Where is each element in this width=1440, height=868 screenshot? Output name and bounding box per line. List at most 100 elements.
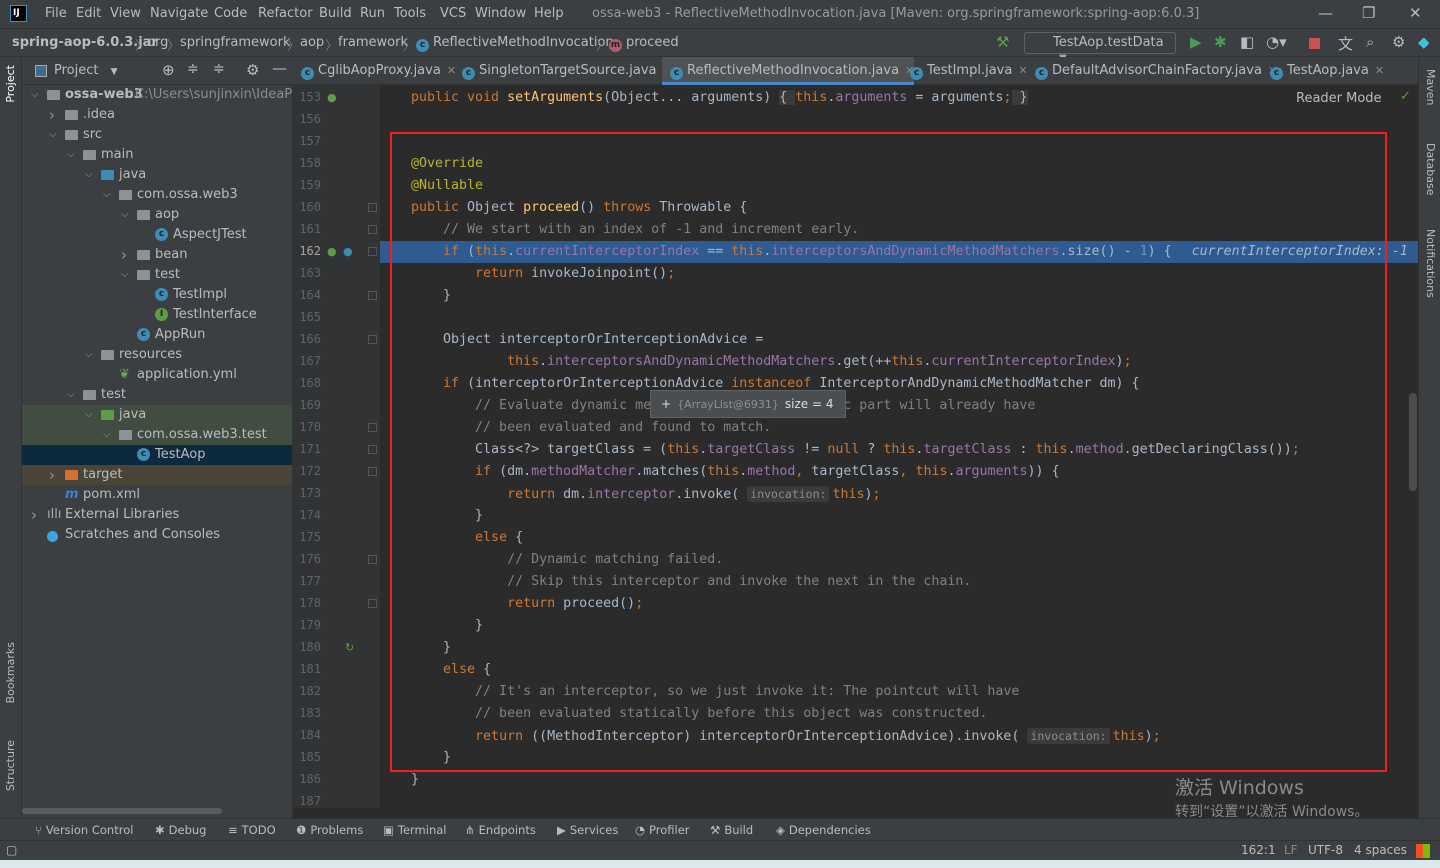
project-horizontal-scrollbar[interactable] — [22, 808, 222, 814]
search-icon[interactable]: ⌕ — [1366, 33, 1374, 51]
menu-vcs[interactable]: VCS — [440, 6, 466, 21]
chevron-down-icon[interactable]: ⌵ — [85, 405, 93, 425]
tree-item-src[interactable]: ⌵ src — [22, 125, 292, 145]
tree-item-application-yml[interactable]: ❦ application.yml — [22, 365, 292, 385]
tree-item-main[interactable]: ⌵ main — [22, 145, 292, 165]
settings-icon[interactable]: ⚙ — [1392, 33, 1405, 51]
tree-item-test[interactable]: ⌵ test — [22, 385, 292, 405]
fold-marker-icon[interactable] — [368, 291, 377, 300]
stop-icon[interactable] — [1309, 38, 1320, 49]
breadcrumb-springframework[interactable]: springframework — [180, 35, 290, 50]
editor-vertical-scrollbar[interactable] — [1409, 393, 1417, 491]
close-tab-icon[interactable]: ✕ — [1375, 64, 1384, 77]
tab-defaultadvisorchainfactory-java[interactable]: cDefaultAdvisorChainFactory.java✕ — [1027, 57, 1277, 85]
tree-item-java[interactable]: ⌵ java — [22, 405, 292, 425]
chevron-down-icon[interactable]: ⌵ — [121, 265, 129, 285]
breadcrumb-framework[interactable]: framework — [338, 35, 408, 50]
project-view-select[interactable]: Project ▼ — [54, 63, 118, 78]
hide-icon[interactable]: — — [272, 59, 287, 77]
tool-terminal[interactable]: ▣ Terminal — [383, 823, 446, 837]
reader-mode-button[interactable]: Reader Mode — [1296, 91, 1382, 106]
stripe-project[interactable]: Project — [4, 65, 17, 103]
chevron-right-icon[interactable]: › — [49, 465, 55, 485]
menu-build[interactable]: Build — [319, 6, 352, 21]
menu-navigate[interactable]: Navigate — [150, 6, 208, 21]
chevron-right-icon[interactable]: › — [49, 105, 55, 125]
tree-item-aop[interactable]: ⌵ aop — [22, 205, 292, 225]
tool-dependencies[interactable]: ◈ Dependencies — [776, 823, 871, 837]
collapse-all-icon[interactable]: ≑ — [213, 61, 225, 77]
fold-marker-icon[interactable] — [368, 203, 377, 212]
tree-item-java[interactable]: ⌵ java — [22, 165, 292, 185]
fold-marker-icon[interactable] — [368, 423, 377, 432]
recursive-call-icon[interactable]: ↻ — [345, 641, 354, 654]
tool-endpoints[interactable]: ⋔ Endpoints — [465, 823, 536, 837]
gear-icon[interactable]: ⚙ — [246, 61, 259, 79]
tree-item-com-ossa-web3-test[interactable]: ⌵ com.ossa.web3.test — [22, 425, 292, 445]
indent-setting[interactable]: 4 spaces — [1354, 843, 1407, 857]
stripe-database[interactable]: Database — [1424, 143, 1437, 196]
fold-marker-icon[interactable] — [368, 599, 377, 608]
implements-icon[interactable]: ● — [327, 245, 337, 258]
line-separator[interactable]: LF — [1284, 843, 1298, 857]
translate-icon[interactable]: 文 — [1338, 33, 1353, 54]
chevron-right-icon[interactable]: › — [31, 505, 37, 525]
breadcrumb-class[interactable]: c ReflectiveMethodInvocation — [416, 35, 614, 52]
stripe-maven[interactable]: Maven — [1424, 69, 1437, 105]
menu-run[interactable]: Run — [360, 6, 385, 21]
menu-code[interactable]: Code — [214, 6, 247, 21]
toolbox-icon[interactable]: ◆ — [1418, 33, 1430, 51]
chevron-down-icon[interactable]: ⌵ — [121, 205, 129, 225]
tab-cglibaopproxy-java[interactable]: c CglibAopProxy.java ✕ — [293, 57, 456, 85]
fold-marker-icon[interactable] — [368, 445, 377, 454]
chevron-down-icon[interactable]: ⌵ — [85, 165, 93, 185]
run-configuration-select[interactable]: TestAop.testData ▼ — [1024, 32, 1176, 64]
menu-refactor[interactable]: Refactor — [258, 6, 313, 21]
debug-icon[interactable]: ✱ — [1214, 33, 1227, 51]
fold-marker-icon[interactable] — [368, 225, 377, 234]
profile-icon[interactable]: ◔▾ — [1266, 33, 1287, 51]
minimize-button[interactable]: — — [1318, 4, 1333, 22]
locate-icon[interactable]: ⊕ — [162, 61, 175, 79]
tree-item-ossa-web3[interactable]: ⌵ ossa-web3 C:\Users\sunjinxin\IdeaProj — [22, 85, 292, 105]
fold-marker-icon[interactable] — [368, 247, 377, 256]
tree-item-com-ossa-web3[interactable]: ⌵ com.ossa.web3 — [22, 185, 292, 205]
tree-item-external-libraries[interactable]: › ıllı External Libraries — [22, 505, 292, 525]
tree-item--idea[interactable]: › .idea — [22, 105, 292, 125]
run-icon[interactable]: ▶ — [1190, 33, 1202, 51]
fold-marker-icon[interactable] — [368, 335, 377, 344]
tree-item-resources[interactable]: ⌵ resources — [22, 345, 292, 365]
fold-marker-icon[interactable] — [368, 555, 377, 564]
implements-icon[interactable]: ● — [327, 91, 337, 104]
tree-item-bean[interactable]: › bean — [22, 245, 292, 265]
chevron-right-icon[interactable]: › — [121, 245, 127, 265]
tree-item-testimpl[interactable]: c TestImpl — [22, 285, 292, 305]
tree-item-aspectjtest[interactable]: c AspectJTest — [22, 225, 292, 245]
menu-window[interactable]: Window — [475, 6, 526, 21]
tool-services[interactable]: ▶ Services — [557, 823, 618, 837]
chevron-down-icon[interactable]: ⌵ — [103, 185, 111, 205]
coverage-icon[interactable]: ◧ — [1240, 33, 1254, 51]
menu-view[interactable]: View — [110, 6, 141, 21]
breadcrumb-aop[interactable]: aop — [300, 35, 324, 50]
tool-problems[interactable]: ❶ Problems — [296, 823, 363, 837]
tool-version-control[interactable]: ⑂ Version Control — [35, 823, 133, 837]
breadcrumb-org[interactable]: org — [147, 35, 168, 50]
chevron-down-icon[interactable]: ⌵ — [67, 145, 75, 165]
breadcrumb-method[interactable]: m proceed — [609, 35, 679, 52]
tool-debug[interactable]: ✱ Debug — [155, 823, 206, 837]
tree-item-target[interactable]: › target — [22, 465, 292, 485]
tab-reflectivemethodinvocation-java[interactable]: cReflectiveMethodInvocation.java✕ — [662, 57, 915, 85]
tree-item-apprun[interactable]: c AppRun — [22, 325, 292, 345]
tree-item-testinterface[interactable]: I TestInterface — [22, 305, 292, 325]
stripe-structure[interactable]: Structure — [4, 740, 17, 791]
chevron-down-icon[interactable]: ⌵ — [85, 345, 93, 365]
fold-marker-icon[interactable] — [368, 467, 377, 476]
menu-edit[interactable]: Edit — [76, 6, 101, 21]
tool-todo[interactable]: ≡ TODO — [228, 823, 276, 837]
chevron-down-icon[interactable]: ⌵ — [31, 85, 39, 105]
toggle-tool-windows-icon[interactable]: ▢ — [6, 843, 17, 857]
close-button[interactable]: ✕ — [1409, 4, 1422, 22]
restore-button[interactable]: ❐ — [1362, 4, 1375, 22]
build-hammer-icon[interactable]: ⚒ — [996, 33, 1009, 51]
